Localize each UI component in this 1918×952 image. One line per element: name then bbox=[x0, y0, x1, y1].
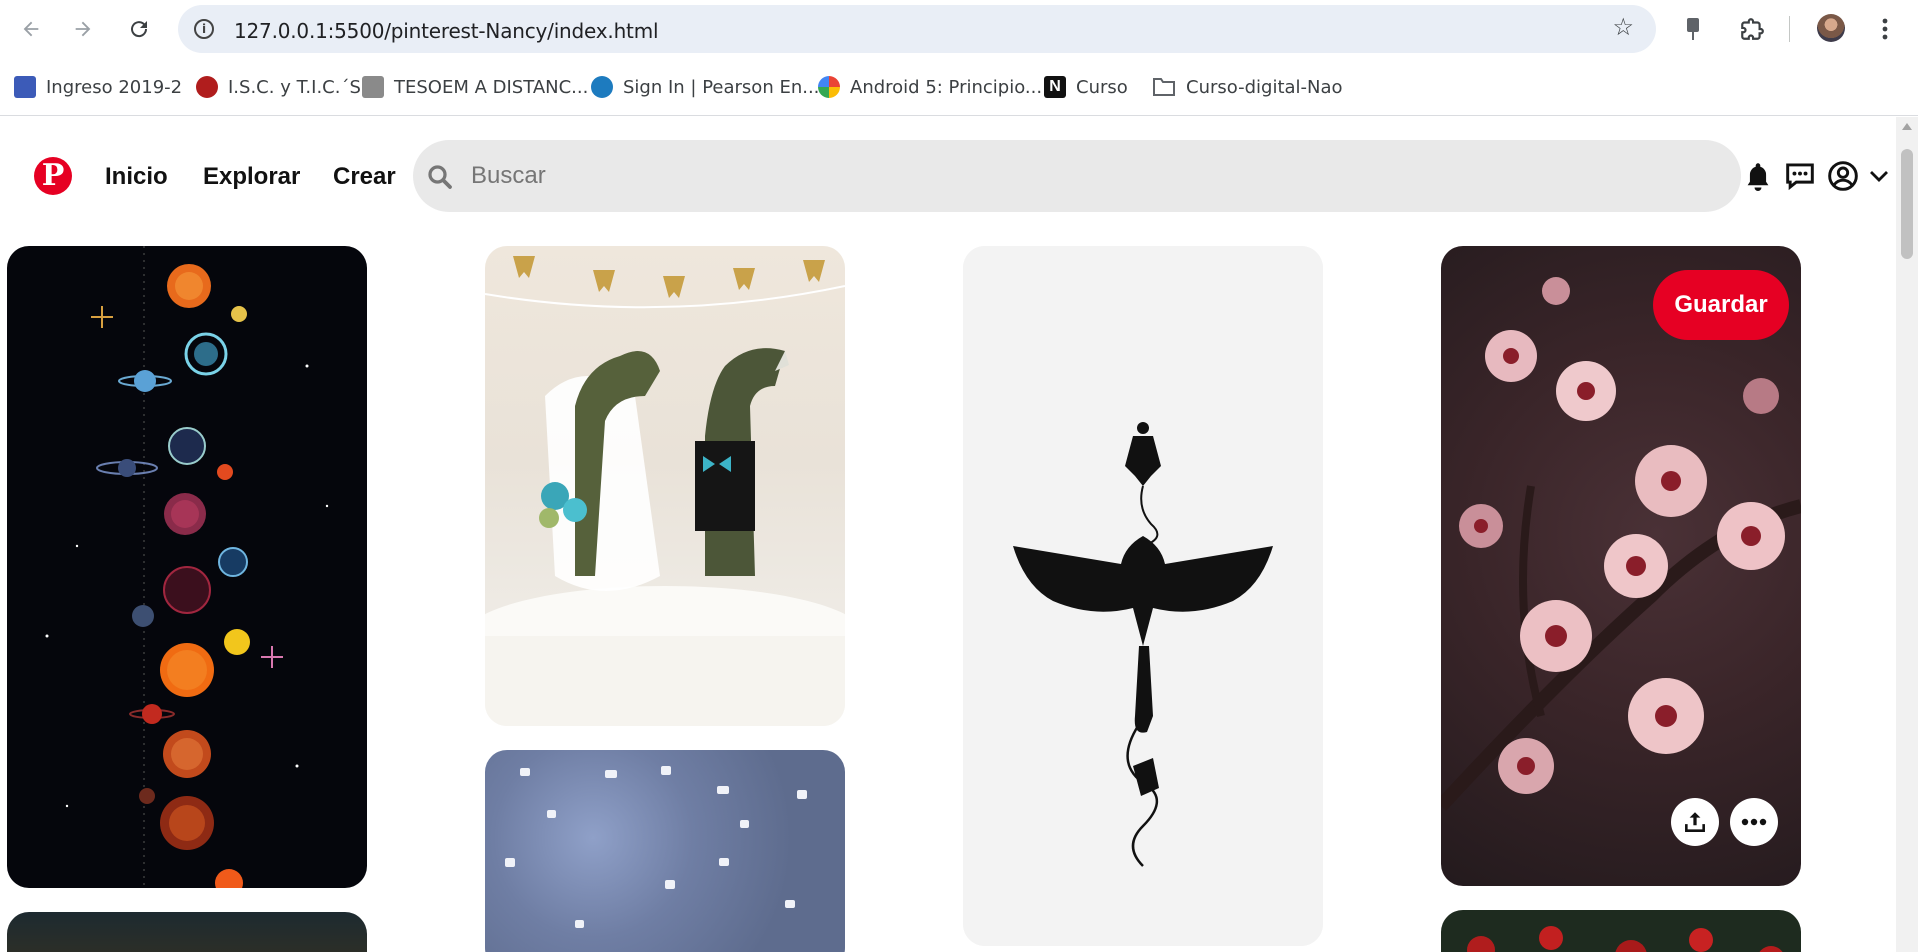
bookmark-label: Ingreso 2019-2 bbox=[46, 76, 183, 98]
extensions-icon[interactable] bbox=[1735, 12, 1769, 46]
extension-pin-icon[interactable] bbox=[1676, 12, 1710, 46]
bookmark-item[interactable]: TESOEM A DISTANC... bbox=[362, 70, 588, 104]
pin-partial-bottom-right[interactable] bbox=[1441, 910, 1801, 952]
menu-kebab-icon[interactable] bbox=[1868, 12, 1902, 46]
apple-icon bbox=[196, 76, 218, 98]
user-profile-icon[interactable] bbox=[1826, 159, 1860, 193]
pin-partial-bottom-left[interactable] bbox=[7, 912, 367, 952]
pin-dragon-sketch[interactable] bbox=[963, 246, 1323, 946]
red-flowers-image bbox=[1467, 926, 1783, 952]
back-icon[interactable] bbox=[12, 10, 50, 48]
bookmark-label: Curso bbox=[1076, 76, 1128, 98]
url-text: 127.0.0.1:5500/pinterest-Nancy/index.htm… bbox=[234, 19, 659, 43]
bookmark-label: Android 5: Principio... bbox=[850, 76, 1043, 98]
dinosaur-cake-image bbox=[485, 256, 845, 726]
bookmark-item[interactable]: Sign In | Pearson En... bbox=[591, 70, 819, 104]
site-info-icon[interactable]: i bbox=[194, 19, 214, 39]
bookmark-label: Sign In | Pearson En... bbox=[623, 76, 820, 98]
forward-icon[interactable] bbox=[64, 10, 102, 48]
dragon-image bbox=[963, 246, 1323, 946]
nav-crear[interactable]: Crear bbox=[333, 163, 396, 191]
chevron-down-icon[interactable] bbox=[1868, 159, 1890, 193]
ellipsis-icon bbox=[1741, 818, 1767, 826]
bell-icon[interactable] bbox=[1741, 159, 1775, 193]
bookmarks-bar: Ingreso 2019-2 I.S.C. y T.I.C.´S TESOEM … bbox=[0, 58, 1918, 116]
bookmark-item[interactable]: Android 5: Principio... bbox=[818, 70, 1042, 104]
save-button[interactable]: Guardar bbox=[1653, 270, 1789, 340]
browser-toolbar: i 127.0.0.1:5500/pinterest-Nancy/index.h… bbox=[0, 0, 1918, 58]
bookmark-folder[interactable]: Curso-digital-Nao bbox=[1152, 70, 1343, 104]
nav-inicio[interactable]: Inicio bbox=[105, 163, 168, 191]
notion-icon: N bbox=[1044, 76, 1066, 98]
more-options-button[interactable] bbox=[1730, 798, 1778, 846]
bookmark-item[interactable]: I.S.C. y T.I.C.´S bbox=[196, 70, 361, 104]
search-input[interactable] bbox=[471, 158, 1671, 194]
reload-icon[interactable] bbox=[120, 10, 158, 48]
pin-speckled-texture[interactable] bbox=[485, 750, 845, 952]
pinterest-logo[interactable]: P bbox=[34, 157, 72, 195]
pin-cherry-blossom[interactable]: Guardar bbox=[1441, 246, 1801, 886]
nav-explorar[interactable]: Explorar bbox=[203, 163, 300, 191]
pinterest-page: P Inicio Explorar Crear Buscar Guardar bbox=[0, 117, 1896, 952]
scrollbar-thumb[interactable] bbox=[1901, 149, 1913, 259]
google-icon bbox=[818, 76, 840, 98]
building-icon bbox=[362, 76, 384, 98]
share-button[interactable] bbox=[1671, 798, 1719, 846]
scroll-up-arrow-icon[interactable] bbox=[1902, 123, 1912, 130]
bookmark-item[interactable]: Ingreso 2019-2 bbox=[14, 70, 182, 104]
pin-dinosaur-cake[interactable] bbox=[485, 246, 845, 726]
search-bar[interactable] bbox=[413, 140, 1741, 212]
pin-space-planets[interactable] bbox=[7, 246, 367, 888]
bookmark-label: TESOEM A DISTANC... bbox=[394, 76, 589, 98]
cherry-blossom-image bbox=[1441, 277, 1801, 811]
bookmark-star-icon[interactable]: ☆ bbox=[1612, 16, 1634, 40]
share-icon bbox=[1685, 812, 1705, 832]
bookmark-label: I.S.C. y T.I.C.´S bbox=[228, 76, 361, 98]
profile-avatar[interactable] bbox=[1817, 14, 1845, 42]
toolbar-separator bbox=[1789, 16, 1790, 42]
site-header: P Inicio Explorar Crear bbox=[0, 137, 1896, 215]
page-scrollbar[interactable] bbox=[1896, 117, 1918, 952]
search-icon bbox=[428, 165, 452, 189]
folder-icon bbox=[1153, 78, 1175, 96]
messages-icon[interactable] bbox=[1783, 159, 1817, 193]
form-icon bbox=[14, 76, 36, 98]
pearson-icon bbox=[591, 76, 613, 98]
bookmark-item[interactable]: N Curso bbox=[1044, 70, 1128, 104]
planets-image bbox=[45, 246, 329, 888]
speckled-texture-image bbox=[505, 766, 807, 928]
bookmark-label: Curso-digital-Nao bbox=[1186, 76, 1343, 98]
address-bar[interactable]: i 127.0.0.1:5500/pinterest-Nancy/index.h… bbox=[178, 5, 1656, 53]
